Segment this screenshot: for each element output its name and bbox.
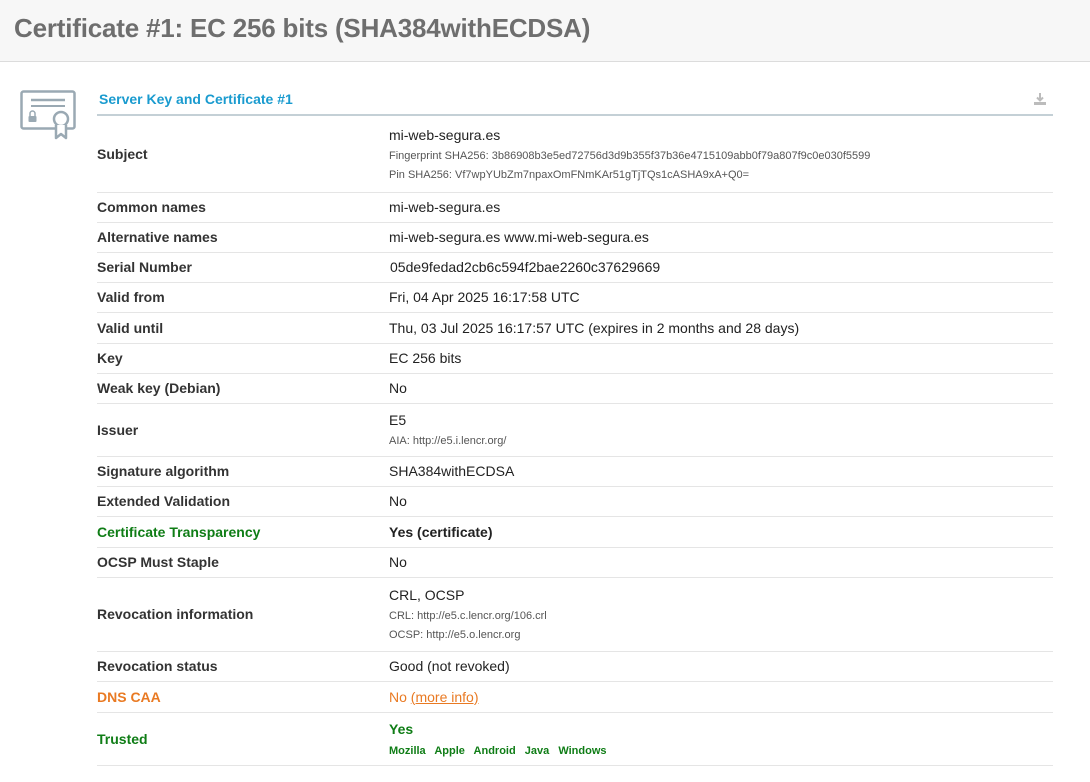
table-row: Subject mi-web-segura.es Fingerprint SHA… <box>97 116 1053 193</box>
section-header: Server Key and Certificate #1 <box>97 81 1053 116</box>
table-row: OCSP Must Staple No <box>97 547 1053 578</box>
row-label: Extended Validation <box>97 486 389 517</box>
download-icon[interactable] <box>1033 92 1047 106</box>
server-key-certificate-section: Server Key and Certificate #1 Subject mi… <box>97 81 1053 766</box>
trust-store-java: Java <box>524 744 550 757</box>
row-label: Trusted <box>97 712 389 766</box>
table-row: Key EC 256 bits <box>97 343 1053 374</box>
common-names-value: mi-web-segura.es <box>389 192 1053 223</box>
table-row: Issuer E5 AIA: http://e5.i.lencr.org/ <box>97 403 1053 457</box>
trust-stores: Mozilla Apple Android Java Windows <box>389 745 1053 757</box>
certificate-transparency-value: Yes (certificate) <box>389 516 1053 548</box>
fingerprint-sha256: Fingerprint SHA256: 3b86908b3e5ed72756d3… <box>389 149 871 162</box>
table-row: Extended Validation No <box>97 486 1053 517</box>
trusted-value: Yes <box>389 720 414 737</box>
row-label: Certificate Transparency <box>97 516 389 548</box>
subject-value: mi-web-segura.es <box>389 126 501 143</box>
weak-key-value: No <box>389 373 1053 404</box>
certificate-icon <box>20 90 76 140</box>
table-row: Valid until Thu, 03 Jul 2025 16:17:57 UT… <box>97 312 1053 344</box>
ocsp-must-staple-value: No <box>389 547 1053 578</box>
row-label: Subject <box>97 116 389 193</box>
dns-caa-value: No <box>389 688 407 705</box>
trust-store-mozilla: Mozilla <box>389 744 426 757</box>
valid-from-value: Fri, 04 Apr 2025 16:17:58 UTC <box>389 282 1053 313</box>
signature-algorithm-value: SHA384withECDSA <box>389 456 1053 487</box>
table-row: Certificate Transparency Yes (certificat… <box>97 516 1053 548</box>
table-row: Alternative names mi-web-segura.es www.m… <box>97 222 1053 253</box>
row-label: Signature algorithm <box>97 456 389 487</box>
row-label: Serial Number <box>97 252 389 283</box>
table-row: DNS CAA No (more info) <box>97 681 1053 713</box>
table-row: Valid from Fri, 04 Apr 2025 16:17:58 UTC <box>97 282 1053 313</box>
table-row: Serial Number 05de9fedad2cb6c594f2bae226… <box>97 252 1053 283</box>
row-label: OCSP Must Staple <box>97 547 389 578</box>
issuer-value: E5 <box>389 412 407 428</box>
valid-until-value: Thu, 03 Jul 2025 16:17:57 UTC (expires i… <box>389 312 1053 344</box>
crl-url: CRL: http://e5.c.lencr.org/106.crl <box>389 610 547 622</box>
row-label: Alternative names <box>97 222 389 253</box>
issuer-aia: AIA: http://e5.i.lencr.org/ <box>389 435 507 447</box>
row-label: Weak key (Debian) <box>97 373 389 404</box>
revocation-status-value: Good (not revoked) <box>389 651 1053 682</box>
alternative-names-value: mi-web-segura.es www.mi-web-segura.es <box>389 222 1053 253</box>
row-label: Common names <box>97 192 389 223</box>
extended-validation-value: No <box>389 486 1053 517</box>
table-row: Signature algorithm SHA384withECDSA <box>97 456 1053 487</box>
trust-store-android: Android <box>473 744 516 757</box>
certificate-table: Subject mi-web-segura.es Fingerprint SHA… <box>97 116 1053 766</box>
table-row: Weak key (Debian) No <box>97 373 1053 404</box>
revocation-info-value: CRL, OCSP <box>389 587 465 603</box>
table-row: Revocation information CRL, OCSP CRL: ht… <box>97 577 1053 652</box>
row-label: DNS CAA <box>97 681 389 713</box>
page-title: Certificate #1: EC 256 bits (SHA384withE… <box>14 13 591 43</box>
pin-sha256: Pin SHA256: Vf7wpYUbZm7npaxOmFNmKAr51gTj… <box>389 168 750 181</box>
ocsp-url: OCSP: http://e5.o.lencr.org <box>389 629 521 641</box>
table-row: Common names mi-web-segura.es <box>97 192 1053 223</box>
serial-number-value: 05de9fedad2cb6c594f2bae2260c37629669 <box>389 252 1053 283</box>
trust-store-apple: Apple <box>434 744 465 757</box>
section-title: Server Key and Certificate #1 <box>99 91 293 107</box>
table-row: Revocation status Good (not revoked) <box>97 651 1053 682</box>
table-row: Trusted Yes Mozilla Apple Android Java W… <box>97 712 1053 766</box>
row-label: Revocation status <box>97 651 389 682</box>
row-label: Valid until <box>97 312 389 344</box>
row-label: Revocation information <box>97 577 389 652</box>
row-label: Valid from <box>97 282 389 313</box>
trust-store-windows: Windows <box>558 744 607 757</box>
page-header: Certificate #1: EC 256 bits (SHA384withE… <box>0 0 1090 62</box>
more-info-link[interactable]: (more info) <box>411 689 479 705</box>
row-label: Key <box>97 343 389 374</box>
key-value: EC 256 bits <box>389 343 1053 374</box>
row-label: Issuer <box>97 403 389 457</box>
